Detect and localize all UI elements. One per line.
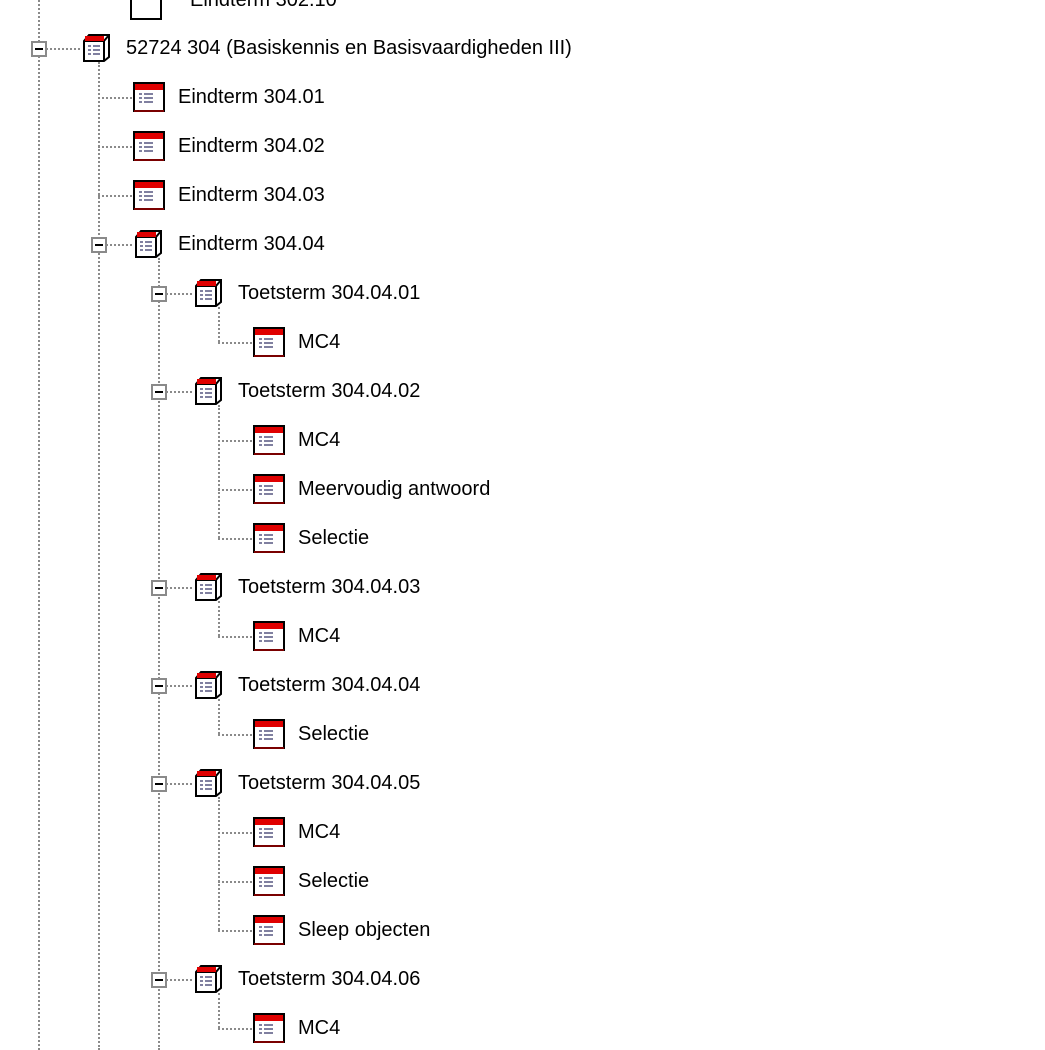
document-icon bbox=[253, 523, 285, 553]
document-icon-graphic bbox=[253, 425, 285, 455]
tree-guide-line bbox=[98, 62, 100, 1050]
tree-connector-line bbox=[218, 342, 252, 344]
document-icon-graphic bbox=[133, 82, 165, 112]
document-icon bbox=[253, 621, 285, 651]
tree-connector-line bbox=[218, 1028, 252, 1030]
collapse-toggle-icon[interactable] bbox=[151, 972, 167, 988]
tree-item-label: Meervoudig antwoord bbox=[298, 478, 491, 500]
document-icon-graphic bbox=[253, 474, 285, 504]
tree-item-label: Toetsterm 304.04.06 bbox=[238, 968, 421, 990]
book-icon bbox=[193, 768, 225, 798]
tree-guide-line bbox=[218, 307, 220, 342]
document-icon bbox=[253, 719, 285, 749]
tree-item-label: Toetsterm 304.04.04 bbox=[238, 674, 421, 696]
tree-guide-line bbox=[218, 993, 220, 1028]
book-icon-graphic bbox=[195, 279, 222, 307]
tree-connector-line bbox=[98, 146, 132, 148]
book-icon-graphic bbox=[195, 377, 222, 405]
book-icon-graphic bbox=[195, 769, 222, 797]
document-icon-graphic bbox=[253, 866, 285, 896]
tree-item-label: MC4 bbox=[298, 1017, 341, 1039]
collapse-toggle-icon[interactable] bbox=[151, 384, 167, 400]
tree-item-label: Eindterm 304.02 bbox=[178, 135, 325, 157]
document-icon-graphic bbox=[253, 817, 285, 847]
collapse-toggle-icon[interactable] bbox=[151, 776, 167, 792]
tree-guide-line bbox=[218, 699, 220, 734]
book-icon bbox=[193, 964, 225, 994]
document-icon-graphic bbox=[133, 180, 165, 210]
document-icon bbox=[253, 817, 285, 847]
document-icon bbox=[253, 915, 285, 945]
tree-item-label: Toetsterm 304.04.02 bbox=[238, 380, 421, 402]
tree-connector-line bbox=[218, 440, 252, 442]
book-icon-graphic bbox=[195, 573, 222, 601]
tree-guide-line bbox=[38, 0, 40, 1050]
book-icon-graphic bbox=[195, 965, 222, 993]
document-icon-graphic bbox=[253, 719, 285, 749]
book-icon-graphic bbox=[135, 230, 162, 258]
tree-connector-line bbox=[218, 832, 252, 834]
collapse-toggle-icon[interactable] bbox=[151, 286, 167, 302]
document-icon-graphic bbox=[253, 327, 285, 357]
document-icon bbox=[133, 180, 165, 210]
document-icon-graphic bbox=[253, 1013, 285, 1043]
book-icon bbox=[193, 376, 225, 406]
tree-connector-line bbox=[218, 881, 252, 883]
tree-guide-line bbox=[218, 797, 220, 930]
collapse-toggle-icon[interactable] bbox=[91, 237, 107, 253]
document-icon-graphic bbox=[133, 131, 165, 161]
tree-item-label: Eindterm 302.10 bbox=[190, 0, 337, 11]
tree-item-label: Toetsterm 304.04.03 bbox=[238, 576, 421, 598]
tree-item-label: MC4 bbox=[298, 331, 341, 353]
book-icon bbox=[193, 572, 225, 602]
tree-item-label: Selectie bbox=[298, 527, 370, 549]
document-icon bbox=[130, 0, 162, 20]
tree-item-label: Eindterm 304.01 bbox=[178, 86, 325, 108]
book-icon bbox=[193, 278, 225, 308]
document-icon bbox=[133, 82, 165, 112]
document-icon bbox=[253, 425, 285, 455]
tree-connector-line bbox=[218, 930, 252, 932]
tree-connector-line bbox=[218, 538, 252, 540]
tree-connector-line bbox=[218, 636, 252, 638]
tree-connector-line bbox=[98, 97, 132, 99]
book-icon-graphic bbox=[195, 671, 222, 699]
tree-item-label: Toetsterm 304.04.05 bbox=[238, 772, 421, 794]
book-icon bbox=[193, 670, 225, 700]
tree-connector-line bbox=[218, 489, 252, 491]
document-icon-graphic bbox=[253, 523, 285, 553]
collapse-toggle-icon[interactable] bbox=[151, 678, 167, 694]
book-icon bbox=[81, 33, 113, 63]
collapse-toggle-icon[interactable] bbox=[151, 580, 167, 596]
book-icon-graphic bbox=[83, 34, 110, 62]
tree-item-label: Toetsterm 304.04.01 bbox=[238, 282, 421, 304]
tree-item-label: MC4 bbox=[298, 821, 341, 843]
tree-connector-line bbox=[218, 734, 252, 736]
document-icon bbox=[253, 866, 285, 896]
document-icon bbox=[133, 131, 165, 161]
document-icon-graphic bbox=[253, 621, 285, 651]
book-icon bbox=[133, 229, 165, 259]
tree-guide-line bbox=[158, 258, 160, 1050]
document-icon bbox=[253, 1013, 285, 1043]
document-icon-graphic bbox=[253, 915, 285, 945]
tree-item-label: Selectie bbox=[298, 870, 370, 892]
tree-item-label: MC4 bbox=[298, 625, 341, 647]
collapse-toggle-icon[interactable] bbox=[31, 41, 47, 57]
tree-item-label: Eindterm 304.03 bbox=[178, 184, 325, 206]
tree-guide-line bbox=[218, 405, 220, 538]
tree-item-label: Selectie bbox=[298, 723, 370, 745]
tree-item-label: Eindterm 304.04 bbox=[178, 233, 325, 255]
tree-item-label: 52724 304 (Basiskennis en Basisvaardighe… bbox=[126, 37, 572, 59]
document-icon bbox=[253, 474, 285, 504]
tree-connector-line bbox=[98, 195, 132, 197]
document-icon bbox=[253, 327, 285, 357]
tree-guide-line bbox=[218, 601, 220, 636]
tree-item-label: Sleep objecten bbox=[298, 919, 431, 941]
tree-view[interactable]: Eindterm 302.10 52724 304 (Basiskennis e… bbox=[0, 0, 1045, 1050]
tree-item-label: MC4 bbox=[298, 429, 341, 451]
